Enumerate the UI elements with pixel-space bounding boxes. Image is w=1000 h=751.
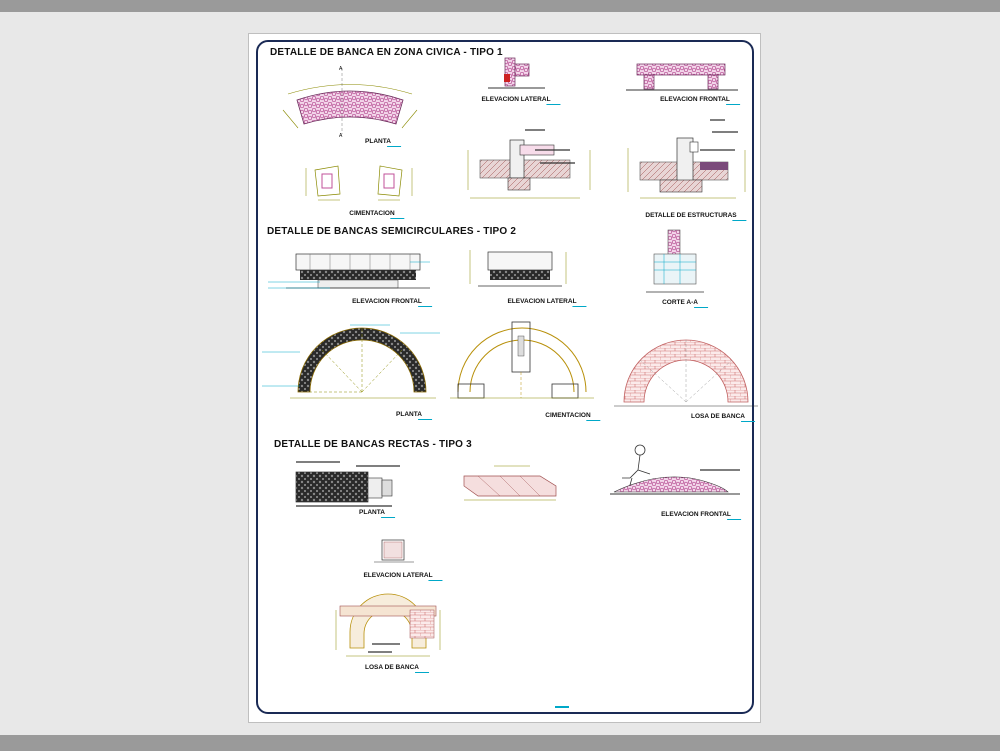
tipo2-corte-aa-drawing	[646, 229, 704, 293]
tipo1-cimentacion-drawing	[305, 165, 413, 201]
label-planta-tipo1: PLANTA	[365, 138, 401, 147]
sheet-footer-mark	[555, 706, 569, 708]
label-elevacion-frontal-tipo1: ELEVACION FRONTAL	[660, 96, 740, 105]
viewer-bottom-bar	[0, 735, 1000, 751]
tipo1-planta-drawing: A A	[282, 66, 418, 139]
label-cimentacion-tipo1: CIMENTACION	[349, 210, 406, 219]
label-elevacion-lateral-tipo1: ELEVACION LATERAL	[481, 96, 561, 105]
tipo3-elev-lateral-drawing	[374, 539, 414, 563]
section-mark-bottom: A	[339, 133, 343, 139]
label-planta-tipo3: PLANTA	[359, 509, 395, 518]
label-losa-de-banca-tipo2: LOSA DE BANCA	[691, 413, 755, 422]
tipo2-elev-frontal-drawing	[268, 253, 430, 289]
drawing-canvas: A A	[262, 57, 758, 657]
label-elevacion-frontal-tipo3: ELEVACION FRONTAL	[661, 511, 741, 520]
section-mark-top: A	[339, 66, 343, 72]
tipo2-planta-drawing	[262, 324, 440, 399]
label-planta-tipo2: PLANTA	[396, 411, 432, 420]
label-elevacion-lateral-tipo3: ELEVACION LATERAL	[363, 572, 443, 581]
tipo2-cimentacion-drawing	[450, 321, 594, 399]
tipo3-planta-drawing	[295, 461, 400, 507]
tipo2-elev-lateral-drawing	[469, 250, 567, 287]
tipo1-elev-frontal-drawing	[626, 63, 738, 91]
tipo3-elev-drawing	[463, 465, 557, 501]
tipo1-elev-lateral-drawing	[488, 57, 545, 89]
tipo1-detalle-estructuras-drawing	[627, 119, 746, 199]
label-elevacion-lateral-tipo2: ELEVACION LATERAL	[507, 298, 587, 307]
label-corte-aa: CORTE A-A	[662, 299, 708, 308]
title-tipo-1: DETALLE DE BANCA EN ZONA CIVICA - TIPO 1	[270, 47, 503, 58]
label-cimentacion-tipo2: CIMENTACION	[545, 412, 602, 421]
label-losa-de-banca-tipo3: LOSA DE BANCA	[365, 664, 429, 673]
label-detalle-estructuras: DETALLE DE ESTRUCTURAS	[645, 212, 747, 221]
label-elevacion-frontal-tipo2: ELEVACION FRONTAL	[352, 298, 432, 307]
tipo2-losa-banca-drawing	[614, 339, 758, 407]
title-tipo-2: DETALLE DE BANCAS SEMICIRCULARES - TIPO …	[267, 226, 517, 237]
tipo3-elev-frontal-drawing	[610, 444, 740, 495]
tipo1-section-left	[467, 129, 591, 199]
tipo3-losa-banca-drawing	[335, 593, 441, 657]
title-tipo-3: DETALLE DE BANCAS RECTAS - TIPO 3	[274, 439, 472, 450]
